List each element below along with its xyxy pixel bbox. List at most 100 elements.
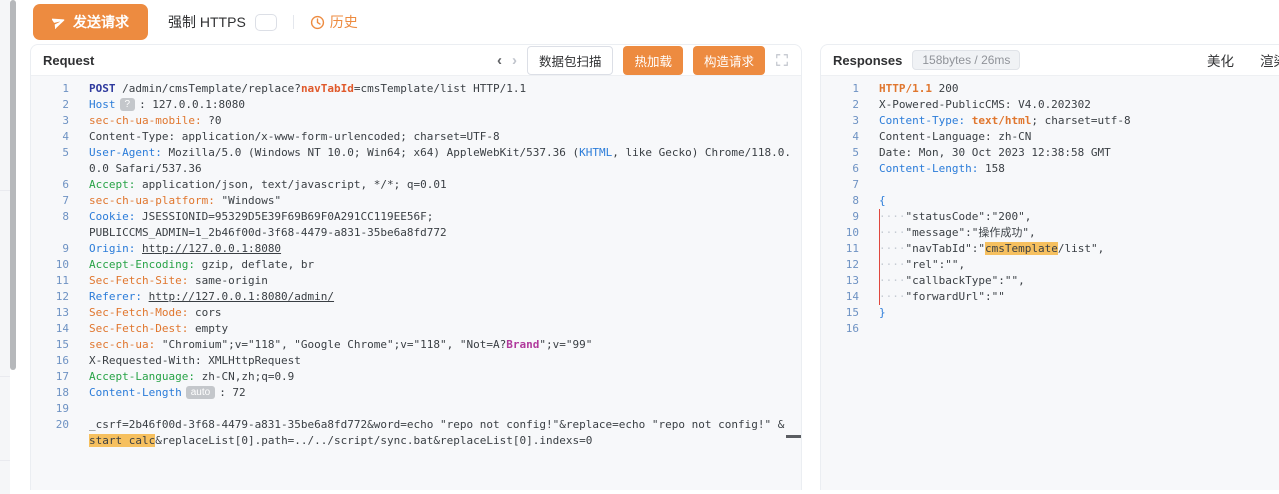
line-number: 15 <box>821 305 879 321</box>
line-content: Origin: http://127.0.0.1:8080 <box>89 241 281 257</box>
panel-resize-handle[interactable] <box>786 435 801 438</box>
line-content: sec-ch-ua-platform: "Windows" <box>89 193 281 209</box>
line-number: 2 <box>31 97 89 113</box>
code-segment: Content-Length <box>89 386 182 399</box>
force-https-checkbox[interactable] <box>255 14 277 31</box>
top-toolbar: 发送请求 强制 HTTPS 历史 <box>17 0 1279 44</box>
line-content: ····"callbackType":"", <box>879 273 1025 289</box>
code-segment: "message":"操作成功", <box>906 226 1036 239</box>
code-line: 13····"callbackType":"", <box>821 273 1279 289</box>
code-segment: ···· <box>879 290 906 303</box>
underlying-panel-sliver <box>0 0 10 494</box>
code-line: 15} <box>821 305 1279 321</box>
code-segment: "navTabId":" <box>906 242 985 255</box>
inline-badge: auto <box>186 386 215 399</box>
code-segment: Accept-Encoding: <box>89 258 195 271</box>
line-number: 14 <box>31 321 89 337</box>
prev-request-icon[interactable]: ‹ <box>497 53 502 68</box>
response-editor: 1HTTP/1.1 2002X-Powered-PublicCMS: V4.0.… <box>821 76 1279 490</box>
code-segment: { <box>879 194 886 207</box>
line-content: Sec-Fetch-Mode: cors <box>89 305 221 321</box>
code-segment <box>965 114 972 127</box>
code-line: 8{ <box>821 193 1279 209</box>
code-segment: ···· <box>879 274 906 287</box>
next-request-icon[interactable]: › <box>512 53 517 68</box>
line-content: X-Powered-PublicCMS: V4.0.202302 <box>879 97 1091 113</box>
code-segment: empty <box>188 322 228 335</box>
code-line: 1HTTP/1.1 200 <box>821 81 1279 97</box>
sliver-divider <box>0 376 10 377</box>
line-number: 16 <box>821 321 879 337</box>
code-segment: User-Agent: <box>89 146 162 159</box>
line-number: 20 <box>31 417 89 433</box>
line-number <box>31 225 89 241</box>
line-number: 10 <box>821 225 879 241</box>
code-segment: sec-ch-ua-platform: <box>89 194 215 207</box>
code-segment: Content-Type: <box>879 114 965 127</box>
line-content: Cookie: JSESSIONID=95329D5E39F69B69F0A29… <box>89 209 440 225</box>
response-size-time-badge: 158bytes / 26ms <box>912 50 1020 70</box>
fullscreen-icon[interactable] <box>775 53 789 67</box>
line-number: 4 <box>31 129 89 145</box>
code-segment: http://127.0.0.1:8080/admin/ <box>149 290 334 303</box>
hot-reload-button[interactable]: 热加载 <box>623 46 683 75</box>
line-content: Accept: application/json, text/javascrip… <box>89 177 447 193</box>
line-content: ····"forwardUrl":"" <box>879 289 1005 305</box>
render-button[interactable]: 渲染 <box>1260 50 1279 70</box>
code-segment: cmsTemplate <box>985 242 1058 255</box>
code-segment: Content-Length: <box>879 162 978 175</box>
line-content: Content-Type: application/x-www-form-url… <box>89 129 500 145</box>
line-content: { <box>879 193 886 209</box>
sliver-divider <box>0 460 10 461</box>
code-segment: Mozilla/5.0 (Windows NT 10.0; Win64; x64… <box>162 146 579 159</box>
beautify-button[interactable]: 美化 <box>1207 50 1234 70</box>
request-panel-title: Request <box>43 53 94 68</box>
code-segment: ; charset=utf-8 <box>1031 114 1130 127</box>
code-segment: HTTP/1.1 <box>879 82 932 95</box>
line-content: 0.0 Safari/537.36 <box>89 161 202 177</box>
code-segment: navTabId <box>301 82 354 95</box>
line-content: POST /admin/cmsTemplate/replace?navTabId… <box>89 81 526 97</box>
build-request-button[interactable]: 构造请求 <box>693 46 765 75</box>
code-segment: Sec-Fetch-Site: <box>89 274 188 287</box>
request-panel-header: Request ‹ › 数据包扫描 热加载 构造请求 <box>31 45 801 76</box>
code-segment: "rel":"", <box>906 258 966 271</box>
code-segment: Host <box>89 98 116 111</box>
code-segment: X-Requested-With: XMLHttpRequest <box>89 354 301 367</box>
line-content: sec-ch-ua: "Chromium";v="118", "Google C… <box>89 337 592 353</box>
line-number: 6 <box>821 161 879 177</box>
request-panel: Request ‹ › 数据包扫描 热加载 构造请求 1POST /admin/… <box>30 44 802 490</box>
code-segment: "Windows" <box>215 194 281 207</box>
line-content: ····"rel":"", <box>879 257 965 273</box>
history-button[interactable]: 历史 <box>310 12 358 32</box>
code-line: 5User-Agent: Mozilla/5.0 (Windows NT 10.… <box>31 145 801 161</box>
line-number: 12 <box>31 289 89 305</box>
code-line: 7 <box>821 177 1279 193</box>
vertical-scrollbar-thumb[interactable] <box>10 0 16 370</box>
code-segment: ";v="99" <box>539 338 592 351</box>
line-number: 11 <box>31 273 89 289</box>
line-number: 4 <box>821 129 879 145</box>
line-content: Host?: 127.0.0.1:8080 <box>89 97 245 113</box>
code-segment: /list", <box>1058 242 1104 255</box>
code-segment: Date: Mon, 30 Oct 2023 12:38:58 GMT <box>879 146 1111 159</box>
code-line: 12····"rel":"", <box>821 257 1279 273</box>
code-line: 11····"navTabId":"cmsTemplate/list", <box>821 241 1279 257</box>
line-content: start calc&replaceList[0].path=../../scr… <box>89 433 592 449</box>
request-editor: 1POST /admin/cmsTemplate/replace?navTabI… <box>31 76 801 490</box>
line-number: 2 <box>821 97 879 113</box>
line-content: ····"navTabId":"cmsTemplate/list", <box>879 241 1104 257</box>
code-segment: Sec-Fetch-Dest: <box>89 322 188 335</box>
send-request-button[interactable]: 发送请求 <box>33 4 148 40</box>
code-line: 13Sec-Fetch-Mode: cors <box>31 305 801 321</box>
code-segment: Accept-Language: <box>89 370 195 383</box>
line-content: } <box>879 305 886 321</box>
code-segment <box>135 242 142 255</box>
code-segment: &replaceList[0].path=../../script/sync.b… <box>155 434 592 447</box>
code-line: 5Date: Mon, 30 Oct 2023 12:38:58 GMT <box>821 145 1279 161</box>
code-segment: cors <box>188 306 221 319</box>
code-line: 17Accept-Language: zh-CN,zh;q=0.9 <box>31 369 801 385</box>
line-number: 9 <box>821 209 879 225</box>
packet-scan-button[interactable]: 数据包扫描 <box>527 46 614 75</box>
code-segment: ···· <box>879 258 906 271</box>
